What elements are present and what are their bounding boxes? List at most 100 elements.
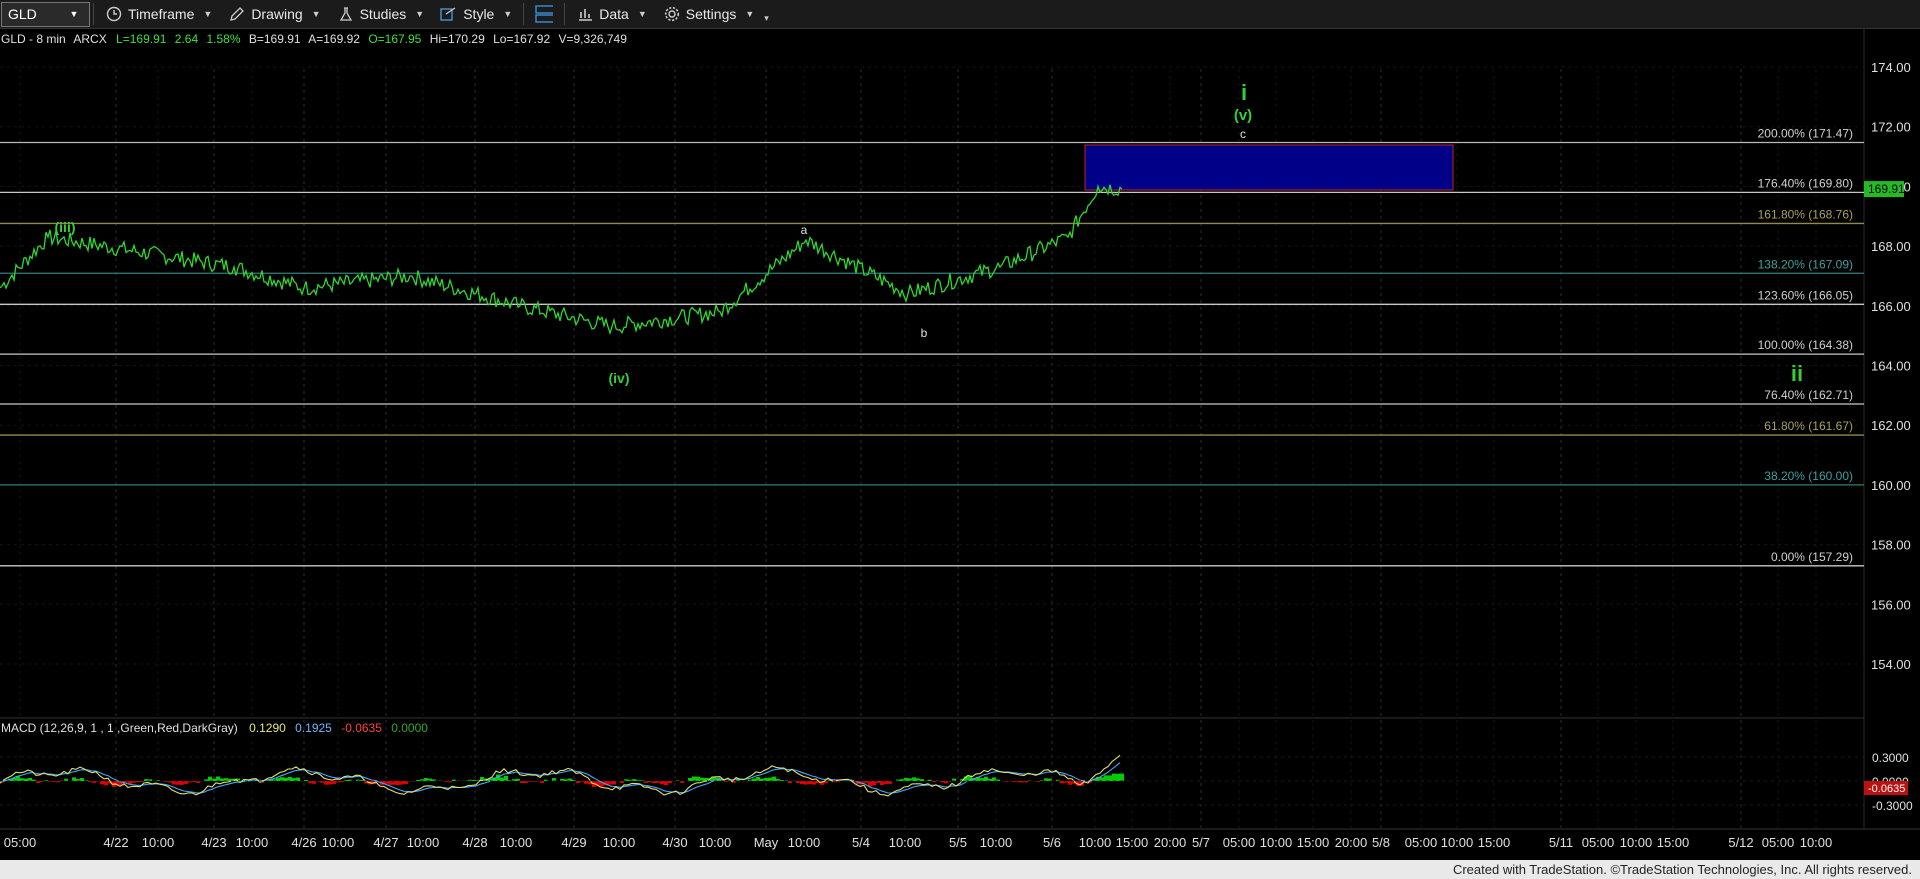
chevron-down-icon: ▼ [69,9,79,19]
time-tick-label: 10:00 [603,835,636,850]
time-tick-label: 15:00 [1478,835,1511,850]
chevron-down-icon: ▼ [745,9,755,19]
settings-label: Settings [685,6,737,22]
time-tick-label: 10:00 [980,835,1013,850]
macd-histogram-bar [640,780,644,781]
layout-button[interactable] [527,0,561,29]
macd-histogram-bar [584,781,588,784]
macd-title: MACD (12,26,9, 1 , 1 ,Green,Red,DarkGray… [1,721,238,735]
fib-level-label: 123.60% (166.05) [1758,288,1853,302]
chevron-down-icon: ▼ [503,9,513,19]
wave-label-iv: (iv) [609,370,630,386]
toolbar-overflow-button[interactable]: ▾ [762,0,771,29]
wave-label-c: c [1240,127,1246,141]
time-tick-label: 20:00 [1154,835,1187,850]
macd-value-1: 0.1290 [249,721,286,735]
macd-histogram-bar [696,776,700,781]
symbol-selector[interactable]: GLD ▼ [1,1,90,27]
time-tick-label: May [754,835,779,850]
time-tick-label: 4/23 [201,835,226,850]
macd-histogram-bar [812,781,816,785]
settings-button[interactable]: Settings ▼ [655,0,763,29]
header-open: O=167.95 [368,32,421,46]
price-tick-label: 158.00 [1871,538,1911,553]
macd-histogram-bar [396,781,400,785]
macd-histogram-bar [1004,781,1008,782]
chart-background [0,29,1920,860]
style-icon [440,5,458,23]
macd-histogram-bar [100,781,104,785]
time-tick-label: 15:00 [1116,835,1149,850]
macd-histogram-bar [724,781,728,782]
style-button[interactable]: Style ▼ [432,0,520,29]
macd-histogram-bar [280,777,284,781]
gear-icon [663,5,681,23]
macd-histogram-bar [72,777,76,781]
macd-histogram-bar [912,777,916,781]
macd-histogram-bar [612,781,616,785]
header-low: Lo=167.92 [493,32,550,46]
time-tick-label: 10:00 [1441,835,1474,850]
time-tick-label: 10:00 [142,835,175,850]
macd-histogram-bar [296,777,300,781]
studies-button[interactable]: Studies ▼ [329,0,433,29]
data-button[interactable]: Data ▼ [568,0,655,29]
macd-histogram-bar [360,780,364,781]
macd-histogram-bar [180,781,184,785]
timeframe-label: Timeframe [128,6,195,22]
chevron-down-icon: ▼ [203,9,213,19]
macd-histogram-bar [176,781,180,785]
price-tick-label: 164.00 [1871,359,1911,374]
macd-tag-value: -0.0635 [1868,783,1905,795]
wave-label-i: i [1241,80,1247,105]
time-tick-label: 5/11 [1549,835,1573,850]
time-tick-label: 5/7 [1192,835,1210,850]
time-tick-label: 5/5 [949,835,967,850]
macd-histogram-bar [756,776,760,781]
time-tick-label: 05:00 [1223,835,1256,850]
macd-histogram-bar [304,780,308,781]
macd-histogram-bar [276,778,280,781]
macd-histogram-bar [1112,773,1116,781]
macd-histogram-bar [392,781,396,785]
price-tick-label: 166.00 [1871,299,1911,314]
macd-value-4: 0.0000 [391,721,428,735]
header-ask: A=169.92 [308,32,360,46]
macd-histogram-bar [504,775,508,781]
macd-histogram-bar [752,778,756,781]
macd-value-3: -0.0635 [341,721,382,735]
chart-area[interactable]: 200.00% (171.47) 176.40% (169.80) 161.80% … [0,29,1920,860]
time-tick-label: 5/6 [1043,835,1061,850]
time-tick-label: 10:00 [322,835,355,850]
target-zone-box[interactable] [1084,144,1454,191]
fib-level-label: 200.00% (171.47) [1758,127,1853,141]
macd-histogram-bar [172,781,176,785]
macd-histogram-bar [608,781,612,785]
price-tick-label: 154.00 [1871,657,1911,672]
macd-histogram-bar [768,777,772,781]
time-tick-label: 10:00 [1260,835,1293,850]
fib-level-label: 100.00% (164.38) [1758,338,1853,352]
macd-histogram-bar [444,781,448,782]
chevron-down-icon: ▼ [637,9,647,19]
time-tick-label: 5/12 [1728,835,1753,850]
macd-histogram-bar [1116,773,1120,781]
chart-header: GLD - 8 min ARCX L=169.91 2.64 1.58% B=1… [1,32,627,46]
drawing-button[interactable]: Drawing ▼ [220,0,328,29]
timeframe-button[interactable]: Timeframe ▼ [97,0,220,29]
header-bid: B=169.91 [249,32,301,46]
macd-histogram-bar [920,779,924,781]
studies-label: Studies [359,6,407,22]
time-tick-label: 15:00 [1657,835,1690,850]
macd-axis-label: -0.3000 [1872,799,1913,813]
symbol-value: GLD [8,6,37,22]
macd-histogram-bar [388,781,392,785]
header-high: Hi=170.29 [430,32,485,46]
macd-histogram-bar [1068,781,1072,785]
header-change: 2.64 [175,32,199,46]
fib-level-label: 176.40% (169.80) [1758,176,1853,190]
macd-value-tag: -0.0635 [1864,781,1908,795]
last-price-tag: 169.91 [1864,181,1905,198]
macd-histogram-bar [136,781,140,783]
fib-level-label: 0.00% (157.29) [1771,550,1853,564]
